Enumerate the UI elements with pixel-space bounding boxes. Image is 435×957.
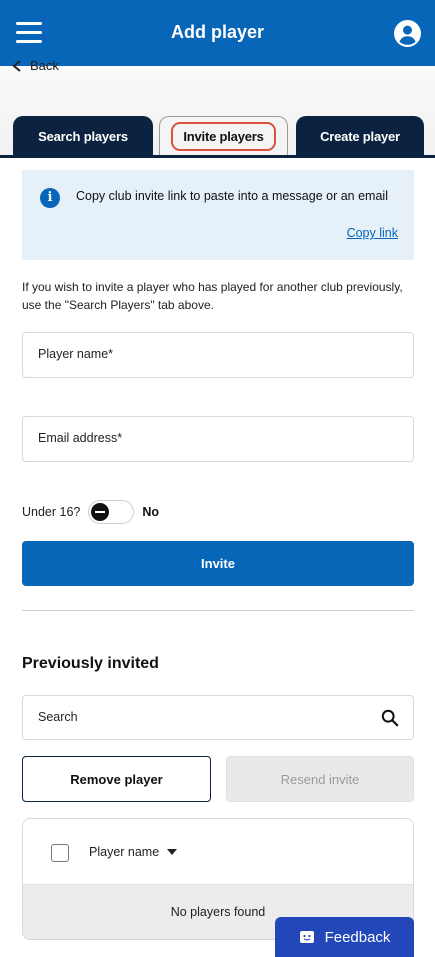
feedback-button[interactable]: Feedback [275,917,414,957]
info-text: Copy club invite link to paste into a me… [76,189,388,203]
back-link[interactable]: Back [12,58,59,73]
remove-player-button[interactable]: Remove player [22,756,211,802]
invite-button-label: Invite [201,556,235,571]
tab-label: Create player [320,128,400,144]
remove-player-label: Remove player [70,771,163,787]
resend-invite-label: Resend invite [280,771,360,787]
tabs-underline [0,155,435,158]
email-address-label: Email address* [38,431,123,445]
resend-invite-button[interactable]: Resend invite [226,756,414,802]
invite-button[interactable]: Invite [22,541,414,586]
tab-invite-players[interactable]: Invite players [159,116,288,156]
under16-value: No [142,505,160,519]
search-input[interactable]: Search [22,695,414,740]
previously-invited-heading: Previously invited [22,655,159,672]
help-text: If you wish to invite a player who has p… [22,280,403,312]
page-title: Add player [170,22,265,42]
section-divider [22,610,414,611]
chevron-left-icon [12,59,21,72]
copy-link[interactable]: Copy link [347,226,398,240]
column-header-player-name[interactable]: Player name [89,845,178,859]
back-label: Back [30,58,59,73]
player-name-field[interactable]: Player name* [22,332,414,378]
tab-search-players[interactable]: Search players [13,116,153,156]
info-icon: i [40,188,60,208]
tab-label: Search players [38,128,128,144]
search-icon[interactable] [381,709,399,727]
feedback-label: Feedback [324,928,391,946]
tab-label: Invite players [171,122,276,151]
app-header: Add player [0,0,435,66]
select-all-checkbox[interactable] [51,844,69,862]
account-icon[interactable] [394,20,421,47]
feedback-icon [299,931,314,943]
table-header: Player name [23,819,413,885]
search-label: Search [38,710,78,724]
invite-link-info-box: i Copy club invite link to paste into a … [22,170,414,260]
toggle-off-icon [91,503,110,521]
player-name-label: Player name* [38,347,114,361]
caret-down-icon [167,849,178,855]
under16-label: Under 16? [22,505,81,519]
email-address-field[interactable]: Email address* [22,416,414,462]
under16-row: Under 16? No [22,499,159,525]
tab-create-player[interactable]: Create player [296,116,424,156]
under16-toggle[interactable] [88,500,135,524]
column-header-label: Player name [89,845,160,859]
